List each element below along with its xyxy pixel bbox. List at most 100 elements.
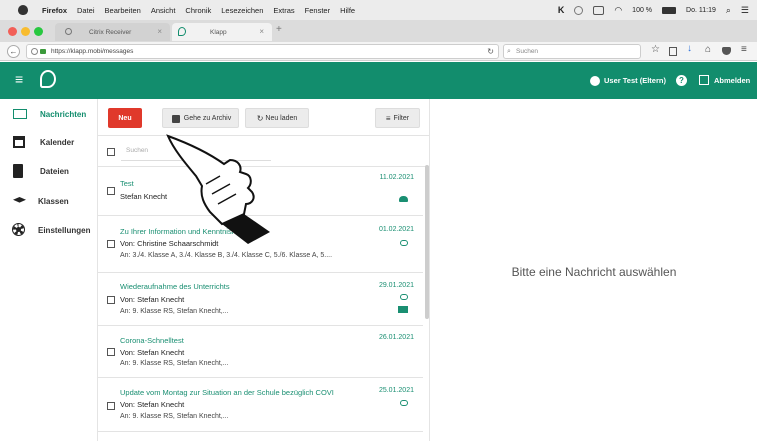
- browser-toolbar: ← https://klapp.mobi/messages ↻ ⌕ Suchen…: [0, 42, 757, 61]
- control-center-icon[interactable]: ☰: [741, 5, 749, 16]
- new-tab-icon[interactable]: +: [276, 24, 282, 35]
- message-checkbox[interactable]: [107, 348, 115, 356]
- clock[interactable]: Do. 11:19: [686, 7, 716, 14]
- back-icon[interactable]: ←: [7, 45, 20, 58]
- message-subject[interactable]: Test: [120, 179, 134, 188]
- menu-bookmarks[interactable]: Lesezeichen: [221, 6, 263, 15]
- bookmark-star-icon[interactable]: ☆: [651, 44, 660, 55]
- gear-icon: [12, 223, 25, 236]
- filter-button[interactable]: ≡ Filter: [375, 108, 420, 128]
- apple-icon[interactable]: [18, 5, 28, 15]
- sidebar-item-calendar[interactable]: Kalender: [0, 128, 97, 157]
- filter-label: Filter: [393, 114, 410, 122]
- message-detail-panel: Bitte eine Nachricht auswählen: [431, 99, 757, 441]
- message-recipients: An: 3./4. Klasse A, 3./4. Klasse B, 3./4…: [120, 252, 333, 259]
- message-date: 11.02.2021: [379, 174, 414, 181]
- sidebar-item-files[interactable]: Dateien: [0, 157, 97, 186]
- mail-icon: [13, 109, 27, 119]
- sidebar-item-label: Dateien: [40, 167, 69, 176]
- menu-icon[interactable]: ≡: [741, 44, 747, 55]
- close-tab-icon[interactable]: ×: [157, 27, 162, 36]
- attachment-icon: [400, 294, 408, 300]
- sidebar-item-settings[interactable]: Einstellungen: [0, 216, 97, 245]
- message-sender: Von: Stefan Knecht: [120, 400, 185, 409]
- close-tab-icon[interactable]: ×: [259, 27, 264, 36]
- airplay-icon[interactable]: [593, 5, 605, 15]
- menu-view[interactable]: Ansicht: [151, 6, 176, 15]
- help-icon[interactable]: ?: [676, 75, 687, 86]
- menu-history[interactable]: Chronik: [185, 6, 211, 15]
- new-message-button[interactable]: Neu: [108, 108, 142, 128]
- filter-icon: ≡: [385, 113, 391, 123]
- menu-file[interactable]: Datei: [77, 6, 95, 15]
- message-subject[interactable]: Wiederaufnahme des Unterrichts: [120, 282, 230, 291]
- sidebar-item-classes[interactable]: Klassen: [0, 187, 97, 216]
- sidebar-item-messages[interactable]: Nachrichten: [0, 100, 97, 129]
- status-k-icon[interactable]: K: [558, 5, 565, 15]
- list-item[interactable]: Wiederaufnahme des Unterrichts Von: Stef…: [98, 273, 423, 326]
- logout-label[interactable]: Abmelden: [714, 76, 750, 85]
- klapp-favicon: [178, 27, 186, 36]
- reading-list-icon[interactable]: [669, 47, 677, 56]
- message-subject[interactable]: Update vom Montag zur Situation an der S…: [120, 388, 360, 397]
- lock-icon: [40, 49, 46, 54]
- list-scrollbar[interactable]: [425, 165, 429, 319]
- sidebar-item-label: Einstellungen: [38, 226, 91, 235]
- user-icon[interactable]: [590, 76, 600, 86]
- list-item[interactable]: Corona-Schnelltest Von: Stefan Knecht An…: [98, 326, 423, 378]
- message-checkbox[interactable]: [107, 240, 115, 248]
- select-all-checkbox[interactable]: [107, 148, 115, 156]
- menu-window[interactable]: Fenster: [305, 6, 330, 15]
- download-icon[interactable]: ↓: [687, 43, 692, 54]
- battery-percent: 100 %: [632, 6, 653, 14]
- info-icon[interactable]: [31, 48, 38, 55]
- tab-title: Klapp: [210, 28, 227, 36]
- attachment-icon: [400, 240, 408, 246]
- hamburger-icon[interactable]: ≡: [15, 72, 23, 86]
- message-checkbox[interactable]: [107, 187, 115, 195]
- menu-tools[interactable]: Extras: [273, 6, 294, 15]
- sidebar-item-label: Kalender: [40, 138, 75, 147]
- logout-icon[interactable]: [699, 75, 709, 85]
- menu-edit[interactable]: Bearbeiten: [105, 6, 141, 15]
- archive-label: Gehe zu Archiv: [183, 114, 232, 122]
- close-window-icon[interactable]: [8, 27, 17, 36]
- user-name[interactable]: User Test (Eltern): [604, 76, 666, 85]
- message-sender: Von: Stefan Knecht: [120, 348, 185, 357]
- menu-app-name[interactable]: Firefox: [42, 6, 67, 15]
- empty-state-text: Bitte eine Nachricht auswählen: [511, 265, 677, 279]
- sidebar-item-label: Klassen: [38, 197, 69, 206]
- sidebar-item-label: Nachrichten: [40, 110, 87, 119]
- list-item[interactable]: Update vom Montag zur Situation an der S…: [98, 378, 423, 432]
- browser-tab[interactable]: Citrix Receiver ×: [55, 23, 170, 41]
- url-text: https://klapp.mobi/messages: [51, 48, 134, 55]
- message-recipients: An: 9. Klasse RS, Stefan Knecht,...: [120, 308, 229, 315]
- url-field[interactable]: https://klapp.mobi/messages ↻: [26, 44, 499, 59]
- citrix-icon: [65, 28, 72, 35]
- message-checkbox[interactable]: [107, 296, 115, 304]
- message-date: 29.01.2021: [378, 282, 414, 289]
- group-icon: [399, 196, 408, 202]
- minimize-window-icon[interactable]: [21, 27, 30, 36]
- zoom-window-icon[interactable]: [34, 27, 43, 36]
- status-circle-icon[interactable]: [574, 5, 584, 15]
- reload-label: Neu laden: [265, 114, 298, 122]
- browser-search-field[interactable]: ⌕ Suchen: [503, 44, 641, 59]
- home-icon[interactable]: ⌂: [705, 44, 711, 55]
- app-header: ≡ User Test (Eltern) ? Abmelden: [0, 62, 757, 99]
- message-subject[interactable]: Corona-Schnelltest: [120, 336, 184, 345]
- browser-tabbar: Citrix Receiver × Klapp × +: [0, 20, 757, 42]
- menu-help[interactable]: Hilfe: [340, 6, 355, 15]
- calendar-icon: [13, 136, 25, 148]
- battery-icon[interactable]: [662, 6, 677, 14]
- spotlight-icon[interactable]: ⌕: [726, 5, 731, 16]
- wifi-icon[interactable]: ◠: [614, 5, 622, 16]
- message-recipients: An: 9. Klasse RS, Stefan Knecht,...: [120, 413, 229, 420]
- pocket-icon[interactable]: [722, 47, 731, 55]
- message-checkbox[interactable]: [107, 402, 115, 410]
- klapp-logo-icon[interactable]: [40, 70, 56, 88]
- message-date: 01.02.2021: [378, 226, 414, 233]
- search-icon: ⌕: [507, 48, 511, 55]
- browser-tab-active[interactable]: Klapp ×: [172, 23, 272, 41]
- reload-icon[interactable]: ↻: [487, 45, 494, 58]
